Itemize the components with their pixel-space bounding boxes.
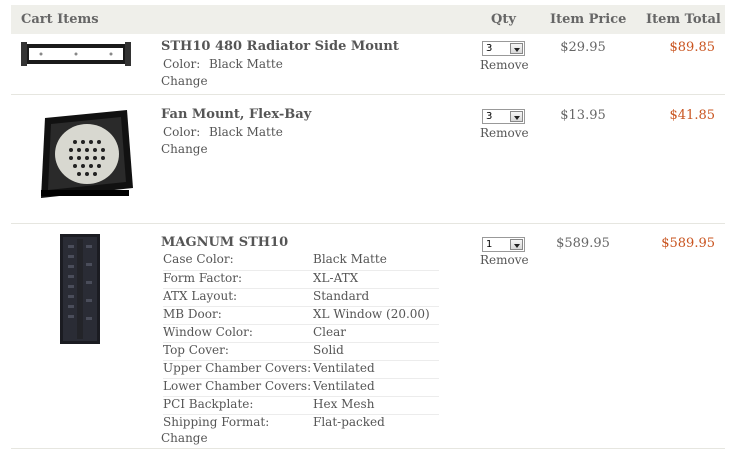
option-value: Solid [313,342,439,361]
product-name[interactable]: Fan Mount, Flex-Bay [161,107,311,122]
option-row: Form Factor: XL-ATX [163,270,439,289]
product-options-table: Case Color: Black Matte Form Factor: XL-ATX… [163,252,439,432]
change-link[interactable]: Change [161,74,208,88]
case-tower-image [60,234,100,344]
attribute-value: Black Matte [209,125,283,139]
option-row: Case Color: Black Matte [163,252,439,271]
option-row: Lower Chamber Covers: Ventilated [163,378,439,397]
cart-table: Cart Items Qty Item Price Item Total STH… [11,5,725,451]
option-label: Case Color: [163,252,313,271]
option-value: Ventilated [313,360,439,379]
chevron-down-icon[interactable] [510,239,523,250]
option-value: Flat-packed [313,414,385,429]
product-name[interactable]: STH10 480 Radiator Side Mount [161,39,399,54]
remove-link[interactable]: Remove [480,58,529,72]
fan-mount-image [41,110,133,198]
chevron-down-icon[interactable] [510,43,523,54]
option-row: Shipping Format: Flat-packed [163,414,439,432]
option-label: MB Door: [163,306,313,325]
header-item-price: Item Price [550,12,627,27]
quantity-value: 3 [486,111,493,122]
option-value: XL-ATX [313,270,439,289]
quantity-value: 3 [486,43,493,54]
item-price: $29.95 [560,40,606,55]
quantity-select[interactable]: 3 [482,109,525,124]
option-value: XL Window (20.00) [313,306,439,325]
option-value: Clear [313,324,439,343]
option-value: Black Matte [313,252,439,271]
quantity-select[interactable]: 3 [482,41,525,56]
item-price: $589.95 [556,236,610,251]
item-total: $589.95 [661,236,715,251]
header-cart-items: Cart Items [21,12,99,27]
item-total: $41.85 [669,108,716,123]
product-attribute: Color: Black Matte [163,125,283,139]
option-label: Top Cover: [163,342,313,361]
chevron-down-icon[interactable] [510,111,523,122]
item-price: $13.95 [560,108,606,123]
option-value: Hex Mesh [313,396,439,415]
option-row: Window Color: Clear [163,324,439,343]
item-total: $89.85 [669,40,716,55]
quantity-select[interactable]: 1 [482,237,525,252]
radiator-mount-image [21,42,131,66]
change-link[interactable]: Change [161,431,208,445]
option-row: Upper Chamber Covers: Ventilated [163,360,439,379]
attribute-label: Color: [163,57,201,71]
option-row: MB Door: XL Window (20.00) [163,306,439,325]
option-row: ATX Layout: Standard [163,288,439,307]
header-item-total: Item Total [646,12,721,27]
option-row: PCI Backplate: Hex Mesh [163,396,439,415]
product-attribute: Color: Black Matte [163,57,283,71]
option-label: Form Factor: [163,270,313,289]
quantity-value: 1 [486,239,493,250]
remove-link[interactable]: Remove [480,253,529,267]
option-label: PCI Backplate: [163,396,313,415]
option-label: Shipping Format: [163,414,270,429]
option-value: Standard [313,288,439,307]
cart-row-radiator-mount: STH10 480 Radiator Side Mount Color: Blac… [11,34,725,95]
cart-header: Cart Items Qty Item Price Item Total [11,5,725,34]
option-label: Upper Chamber Covers: [163,360,313,379]
option-row: Top Cover: Solid [163,342,439,361]
option-label: Lower Chamber Covers: [163,378,313,397]
option-label: ATX Layout: [163,288,313,307]
attribute-value: Black Matte [209,57,283,71]
change-link[interactable]: Change [161,142,208,156]
cart-row-magnum: MAGNUM STH10 Case Color: Black Matte Form … [11,225,725,449]
cart-row-fan-mount: Fan Mount, Flex-Bay Color: Black Matte Ch… [11,96,725,224]
option-label: Window Color: [163,324,313,343]
attribute-label: Color: [163,125,201,139]
option-value: Ventilated [313,378,439,397]
header-qty: Qty [491,12,516,27]
remove-link[interactable]: Remove [480,126,529,140]
product-name[interactable]: MAGNUM STH10 [161,235,288,250]
